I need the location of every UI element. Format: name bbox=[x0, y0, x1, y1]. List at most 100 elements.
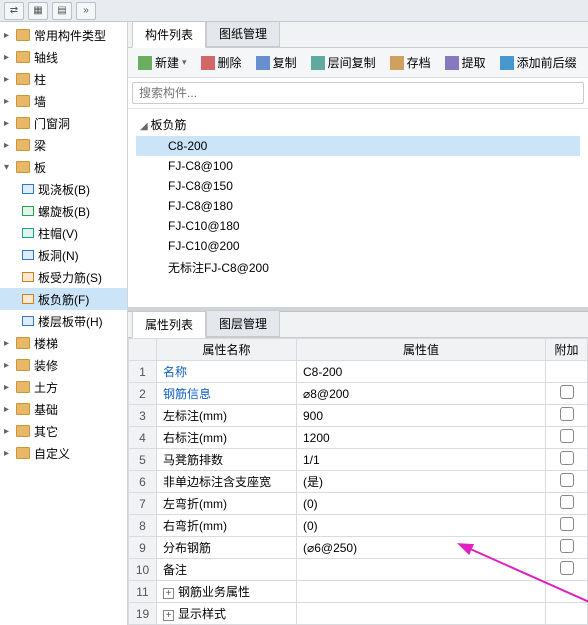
nav-item[interactable]: ▸轴线 bbox=[0, 46, 127, 68]
prop-attach-cell[interactable] bbox=[546, 493, 588, 515]
nav-label: 板受力筋(S) bbox=[38, 269, 102, 286]
nav-label: 柱 bbox=[34, 71, 46, 88]
property-row[interactable]: 1 名称 C8-200 bbox=[129, 361, 588, 383]
nav-item[interactable]: ▸墙 bbox=[0, 90, 127, 112]
toolbar-button[interactable]: 添加前后缀 bbox=[494, 51, 583, 74]
expand-box-icon[interactable]: + bbox=[163, 610, 174, 621]
folder-icon bbox=[16, 117, 30, 129]
prop-attach-cell[interactable] bbox=[546, 471, 588, 493]
toolbar-button[interactable]: 删除 bbox=[195, 51, 248, 74]
prop-attach-cell[interactable] bbox=[546, 515, 588, 537]
prop-attach-cell[interactable] bbox=[546, 559, 588, 581]
property-row[interactable]: 7 左弯折(mm) (0) bbox=[129, 493, 588, 515]
prop-value-cell[interactable]: (⌀6@250) bbox=[297, 537, 546, 559]
property-row[interactable]: 2 钢筋信息 ⌀8@200 bbox=[129, 383, 588, 405]
mini-toolbar-button[interactable]: » bbox=[76, 2, 96, 20]
nav-label: 常用构件类型 bbox=[34, 27, 106, 44]
comp-item[interactable]: FJ-C10@180 bbox=[136, 216, 580, 236]
nav-item[interactable]: ▸装修 bbox=[0, 354, 127, 376]
nav-item[interactable]: ▸自定义 bbox=[0, 442, 127, 464]
checkbox[interactable] bbox=[560, 539, 574, 553]
folder-icon bbox=[16, 447, 30, 459]
property-row[interactable]: 5 马凳筋排数 1/1 bbox=[129, 449, 588, 471]
toolbar-button[interactable]: 存档 bbox=[384, 51, 437, 74]
nav-subitem[interactable]: 板负筋(F) bbox=[0, 288, 127, 310]
tab[interactable]: 图纸管理 bbox=[206, 22, 280, 47]
mini-toolbar-button[interactable]: ⇄ bbox=[4, 2, 24, 20]
comp-item[interactable]: FJ-C8@180 bbox=[136, 196, 580, 216]
comp-item[interactable]: C8-200 bbox=[136, 136, 580, 156]
tab[interactable]: 构件列表 bbox=[132, 22, 206, 48]
prop-value-cell[interactable]: 900 bbox=[297, 405, 546, 427]
search-input[interactable] bbox=[132, 82, 584, 104]
property-row[interactable]: 8 右弯折(mm) (0) bbox=[129, 515, 588, 537]
nav-item[interactable]: ▾板 bbox=[0, 156, 127, 178]
nav-item[interactable]: ▸门窗洞 bbox=[0, 112, 127, 134]
property-row[interactable]: 10 备注 bbox=[129, 559, 588, 581]
nav-label: 土方 bbox=[34, 379, 58, 396]
comp-tree-root[interactable]: ◢ 板负筋 bbox=[136, 113, 580, 136]
property-row[interactable]: 6 非单边标注含支座宽 (是) bbox=[129, 471, 588, 493]
checkbox[interactable] bbox=[560, 451, 574, 465]
prop-attach-cell[interactable] bbox=[546, 603, 588, 625]
nav-item[interactable]: ▸其它 bbox=[0, 420, 127, 442]
prop-tab[interactable]: 图层管理 bbox=[206, 310, 280, 337]
prop-value-cell[interactable]: (是) bbox=[297, 471, 546, 493]
toolbar-button[interactable]: 复制 bbox=[250, 51, 303, 74]
prop-attach-cell[interactable] bbox=[546, 361, 588, 383]
checkbox[interactable] bbox=[560, 561, 574, 575]
checkbox[interactable] bbox=[560, 517, 574, 531]
prop-value-cell[interactable] bbox=[297, 559, 546, 581]
comp-item[interactable]: FJ-C8@150 bbox=[136, 176, 580, 196]
type-icon bbox=[22, 206, 34, 216]
mini-toolbar-button[interactable]: ▦ bbox=[28, 2, 48, 20]
nav-item[interactable]: ▸土方 bbox=[0, 376, 127, 398]
prop-value-cell[interactable]: 1200 bbox=[297, 427, 546, 449]
row-number: 4 bbox=[129, 427, 157, 449]
nav-subitem[interactable]: 板洞(N) bbox=[0, 244, 127, 266]
checkbox[interactable] bbox=[560, 473, 574, 487]
comp-item[interactable]: FJ-C10@200 bbox=[136, 236, 580, 256]
toolbar-button[interactable]: 层间复制 bbox=[305, 51, 382, 74]
prop-attach-cell[interactable] bbox=[546, 405, 588, 427]
toolbar-button[interactable]: 提取 bbox=[439, 51, 492, 74]
comp-item[interactable]: FJ-C8@100 bbox=[136, 156, 580, 176]
property-row[interactable]: 11 +钢筋业务属性 bbox=[129, 581, 588, 603]
prop-attach-cell[interactable] bbox=[546, 427, 588, 449]
prop-value-cell[interactable]: ⌀8@200 bbox=[297, 383, 546, 405]
property-row[interactable]: 3 左标注(mm) 900 bbox=[129, 405, 588, 427]
prop-name-cell: 马凳筋排数 bbox=[157, 449, 297, 471]
prop-attach-cell[interactable] bbox=[546, 383, 588, 405]
prop-attach-cell[interactable] bbox=[546, 449, 588, 471]
comp-item[interactable]: 无标注FJ-C8@200 bbox=[136, 256, 580, 279]
prop-attach-cell[interactable] bbox=[546, 537, 588, 559]
prop-value-cell[interactable]: (0) bbox=[297, 515, 546, 537]
prop-value-cell[interactable] bbox=[297, 603, 546, 625]
nav-item[interactable]: ▸柱 bbox=[0, 68, 127, 90]
prop-value-cell[interactable]: (0) bbox=[297, 493, 546, 515]
expand-box-icon[interactable]: + bbox=[163, 588, 174, 599]
property-row[interactable]: 19 +显示样式 bbox=[129, 603, 588, 625]
prop-value-cell[interactable] bbox=[297, 581, 546, 603]
prop-value-cell[interactable]: 1/1 bbox=[297, 449, 546, 471]
nav-subitem[interactable]: 螺旋板(B) bbox=[0, 200, 127, 222]
checkbox[interactable] bbox=[560, 429, 574, 443]
checkbox[interactable] bbox=[560, 495, 574, 509]
nav-item[interactable]: ▸楼梯 bbox=[0, 332, 127, 354]
mini-toolbar-button[interactable]: ▤ bbox=[52, 2, 72, 20]
checkbox[interactable] bbox=[560, 407, 574, 421]
nav-item[interactable]: ▸常用构件类型 bbox=[0, 24, 127, 46]
nav-subitem[interactable]: 现浇板(B) bbox=[0, 178, 127, 200]
nav-subitem[interactable]: 柱帽(V) bbox=[0, 222, 127, 244]
toolbar-button[interactable]: 新建▾ bbox=[132, 51, 193, 74]
prop-attach-cell[interactable] bbox=[546, 581, 588, 603]
prop-value-cell[interactable]: C8-200 bbox=[297, 361, 546, 383]
nav-item[interactable]: ▸梁 bbox=[0, 134, 127, 156]
property-row[interactable]: 4 右标注(mm) 1200 bbox=[129, 427, 588, 449]
nav-subitem[interactable]: 板受力筋(S) bbox=[0, 266, 127, 288]
checkbox[interactable] bbox=[560, 385, 574, 399]
nav-item[interactable]: ▸基础 bbox=[0, 398, 127, 420]
prop-tab[interactable]: 属性列表 bbox=[132, 311, 206, 338]
property-row[interactable]: 9 分布钢筋 (⌀6@250) bbox=[129, 537, 588, 559]
nav-subitem[interactable]: 楼层板带(H) bbox=[0, 310, 127, 332]
